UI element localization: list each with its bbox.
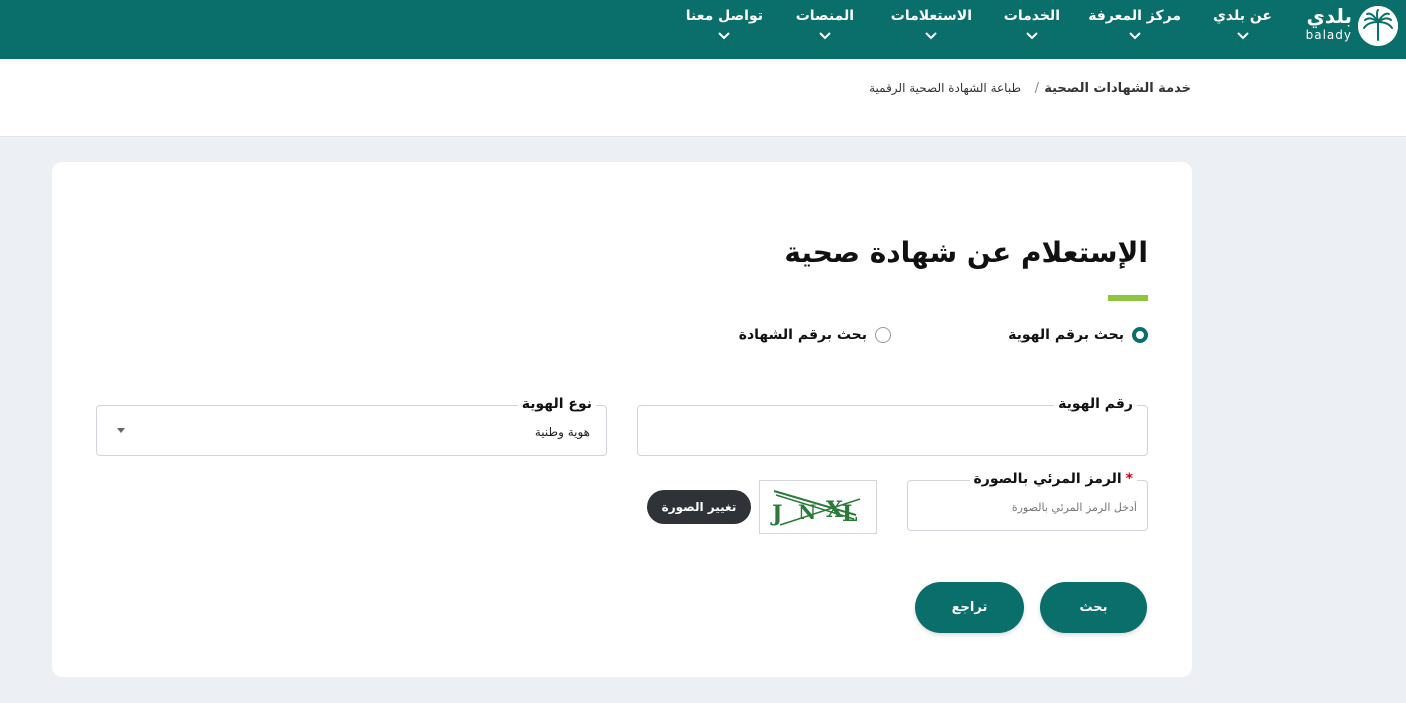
palm-logo-icon [1358, 6, 1398, 46]
radio-unselected-icon[interactable] [875, 327, 891, 343]
nav-inquiries[interactable]: الاستعلامات [891, 8, 972, 42]
id-number-input[interactable] [638, 406, 1147, 455]
breadcrumb-separator: / [1034, 81, 1039, 96]
radio-search-by-id[interactable]: بحث برقم الهوية [1008, 327, 1148, 343]
id-type-value: هوية وطنية [534, 425, 590, 439]
nav-services[interactable]: الخدمات [1004, 8, 1060, 42]
required-mark: * [1125, 471, 1133, 487]
back-button[interactable]: تراجع [915, 582, 1024, 633]
title-underline [1108, 295, 1148, 301]
captcha-input[interactable] [917, 497, 1137, 517]
nav-knowledge-center[interactable]: مركز المعرفة [1088, 8, 1181, 42]
captcha-field[interactable]: *الرمز المرئي بالصورة [907, 471, 1148, 531]
page-title: الإستعلام عن شهادة صحية [784, 236, 1148, 269]
chevron-down-icon [891, 30, 972, 42]
nav-contact[interactable]: تواصل معنا [686, 8, 763, 42]
breadcrumb-current: طباعة الشهادة الصحية الرقمية [869, 81, 1021, 95]
nav-inquiries-label: الاستعلامات [890, 8, 972, 24]
search-button[interactable]: بحث [1040, 582, 1147, 633]
radio-search-by-certificate-label: بحث برقم الشهادة [738, 327, 867, 343]
nav-services-label: الخدمات [1003, 8, 1060, 24]
inquiry-form-card: الإستعلام عن شهادة صحية بحث برقم الهوية … [52, 162, 1192, 677]
chevron-down-icon [796, 30, 854, 42]
breadcrumb: خدمة الشهادات الصحية / طباعة الشهادة الص… [0, 59, 1406, 137]
nav-platforms[interactable]: المنصات [796, 8, 854, 42]
captcha-glyph-1: J [770, 501, 782, 527]
id-type-label: نوع الهوية [517, 396, 596, 412]
id-number-field[interactable]: رقم الهوية [637, 396, 1148, 456]
chevron-down-icon [1213, 30, 1272, 42]
radio-search-by-certificate[interactable]: بحث برقم الشهادة [739, 327, 891, 343]
nav-knowledge-center-label: مركز المعرفة [1088, 8, 1181, 24]
id-type-select[interactable]: نوع الهوية هوية وطنية [96, 396, 607, 456]
nav-platforms-label: المنصات [795, 8, 854, 24]
nav-contact-label: تواصل معنا [685, 8, 763, 24]
balady-logo[interactable]: بلدي balady [1298, 4, 1398, 48]
brand-name-ar: بلدي [1306, 4, 1352, 28]
captcha-label-text: الرمز المرئي بالصورة [973, 471, 1122, 487]
radio-search-by-id-label: بحث برقم الهوية [1008, 327, 1124, 343]
nav-about-label: عن بلدي [1213, 8, 1272, 24]
chevron-down-icon [1088, 30, 1181, 42]
brand-name-en: balady [1305, 28, 1352, 42]
dropdown-arrow-icon [117, 428, 125, 433]
breadcrumb-parent[interactable]: خدمة الشهادات الصحية [1044, 81, 1191, 96]
captcha-image: J N X L [759, 480, 877, 534]
top-navbar: بلدي balady عن بلدي مركز المعرفة الخدمات… [0, 0, 1406, 59]
nav-about[interactable]: عن بلدي [1213, 8, 1272, 42]
chevron-down-icon [686, 30, 763, 42]
chevron-down-icon [1004, 30, 1060, 42]
radio-selected-icon[interactable] [1132, 327, 1148, 343]
captcha-label: *الرمز المرئي بالصورة [969, 471, 1137, 487]
change-image-button[interactable]: تغيير الصورة [647, 490, 751, 524]
